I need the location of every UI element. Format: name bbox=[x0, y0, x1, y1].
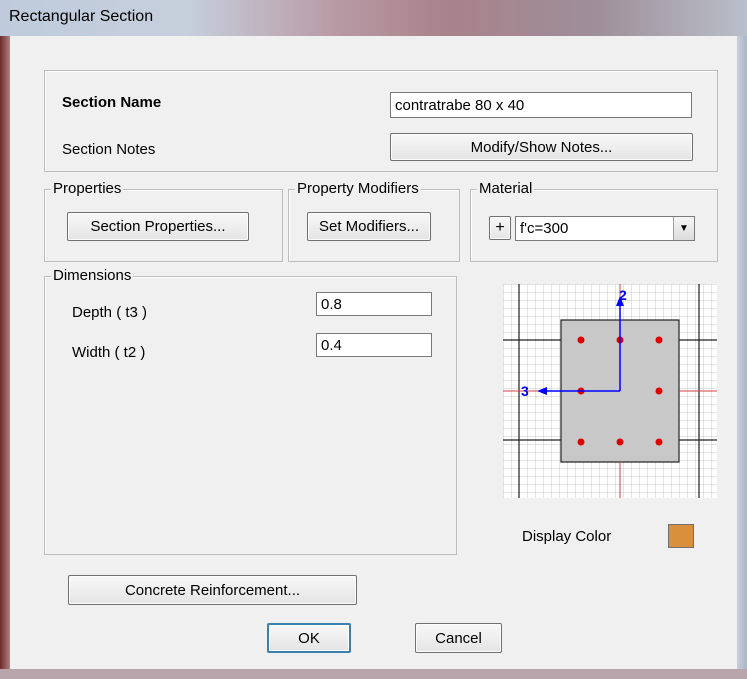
window-frame-left bbox=[0, 36, 10, 679]
rebar-dot bbox=[577, 336, 585, 344]
dialog-client: Section Name Section Notes Modify/Show N… bbox=[10, 36, 737, 669]
window-title: Rectangular Section bbox=[9, 8, 154, 25]
section-name-input[interactable] bbox=[390, 92, 692, 118]
material-select-value: f'c=300 bbox=[520, 220, 569, 237]
ok-button[interactable]: OK bbox=[267, 623, 351, 653]
axis-2-label: 2 bbox=[619, 287, 627, 303]
window-frame-bottom bbox=[0, 669, 747, 679]
axis-3-label: 3 bbox=[521, 383, 529, 399]
add-material-button[interactable]: + bbox=[489, 216, 511, 240]
material-select[interactable]: f'c=300 ▼ bbox=[515, 216, 695, 241]
depth-input[interactable] bbox=[316, 292, 432, 316]
chevron-down-icon[interactable]: ▼ bbox=[673, 217, 694, 240]
rebar-dot bbox=[655, 438, 663, 446]
set-modifiers-button[interactable]: Set Modifiers... bbox=[307, 212, 431, 241]
window-frame-right bbox=[737, 36, 747, 679]
display-color-swatch[interactable] bbox=[668, 524, 694, 548]
cancel-button[interactable]: Cancel bbox=[415, 623, 502, 653]
rebar-dot bbox=[577, 438, 585, 446]
title-bar[interactable]: Rectangular Section bbox=[0, 0, 747, 36]
concrete-reinforcement-button[interactable]: Concrete Reinforcement... bbox=[68, 575, 357, 605]
section-properties-button[interactable]: Section Properties... bbox=[67, 212, 249, 241]
depth-label: Depth ( t3 ) bbox=[72, 304, 148, 321]
properties-legend: Properties bbox=[51, 180, 124, 197]
section-notes-label: Section Notes bbox=[62, 141, 156, 158]
material-legend: Material bbox=[477, 180, 535, 197]
width-input[interactable] bbox=[316, 333, 432, 357]
dimensions-legend: Dimensions bbox=[51, 267, 134, 284]
display-color-label: Display Color bbox=[522, 528, 612, 545]
section-name-label: Section Name bbox=[62, 94, 162, 111]
property-modifiers-legend: Property Modifiers bbox=[295, 180, 421, 197]
rebar-dot bbox=[616, 438, 624, 446]
modify-notes-button[interactable]: Modify/Show Notes... bbox=[390, 133, 693, 161]
section-preview: 2 3 bbox=[503, 284, 717, 498]
width-label: Width ( t2 ) bbox=[72, 344, 146, 361]
rebar-dot bbox=[655, 387, 663, 395]
rebar-dot bbox=[655, 336, 663, 344]
